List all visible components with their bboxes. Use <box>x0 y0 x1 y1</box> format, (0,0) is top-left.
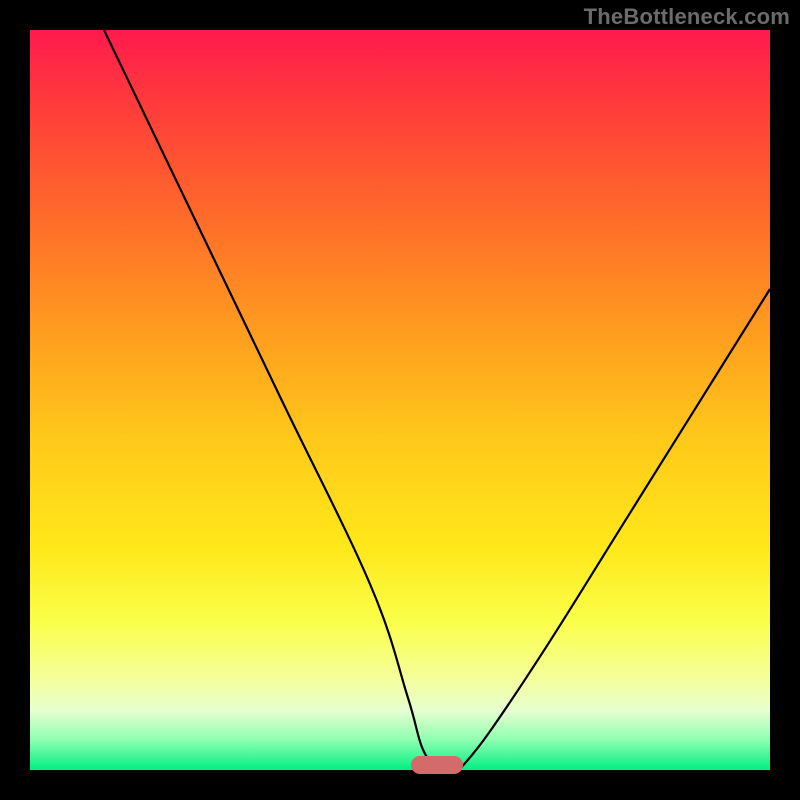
optimal-marker <box>411 756 463 774</box>
curve-right-branch <box>459 289 770 770</box>
plot-area <box>30 30 770 770</box>
watermark-text: TheBottleneck.com <box>584 4 790 30</box>
curve-left-branch <box>104 30 437 770</box>
bottleneck-curve <box>30 30 770 770</box>
chart-frame: TheBottleneck.com <box>0 0 800 800</box>
